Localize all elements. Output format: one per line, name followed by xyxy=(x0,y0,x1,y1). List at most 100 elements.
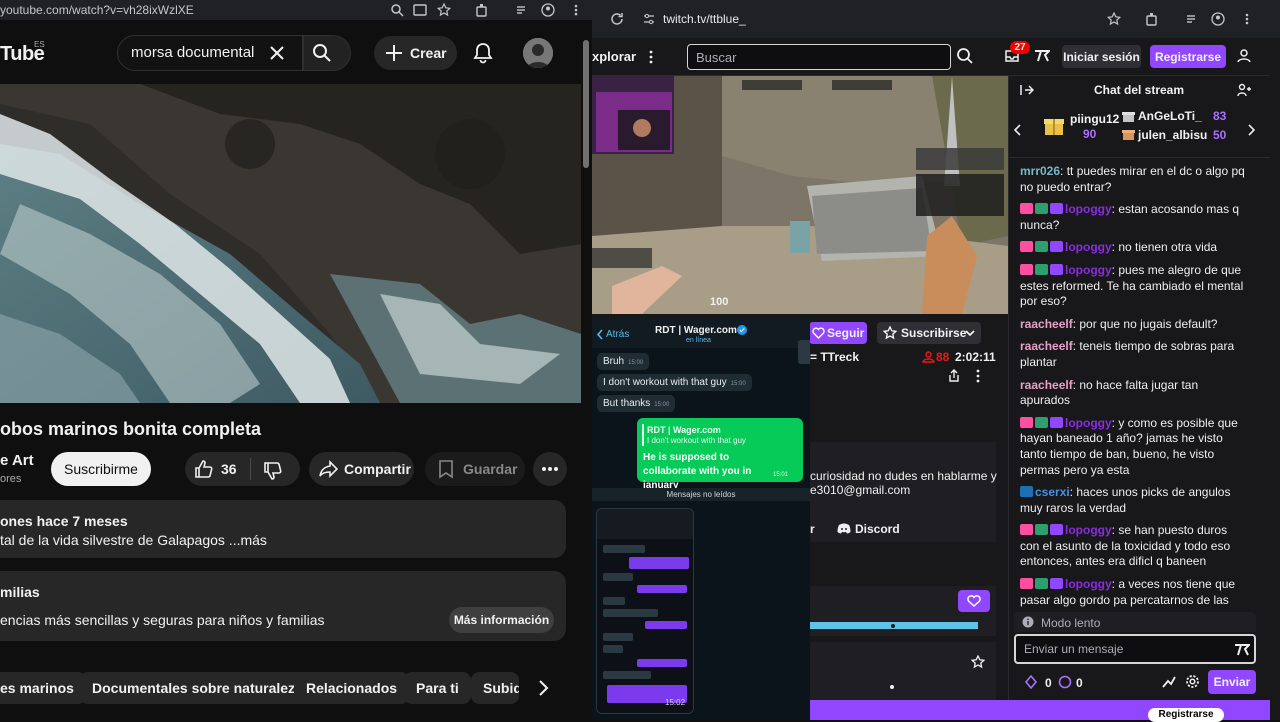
chat-badge-icon[interactable] xyxy=(1020,241,1033,253)
chat-badge-icon[interactable] xyxy=(1020,578,1033,590)
chat-badge-icon[interactable] xyxy=(1035,578,1048,590)
chat-username[interactable]: cserxi xyxy=(1035,485,1070,499)
chat-username[interactable]: raacheelf xyxy=(1020,339,1073,353)
browser-menu-icon[interactable] xyxy=(569,3,583,17)
description-box[interactable] xyxy=(0,500,566,558)
back-chevron-icon[interactable] xyxy=(596,329,604,340)
media-control-icon[interactable] xyxy=(1185,12,1199,26)
more-dots-icon xyxy=(541,466,559,472)
chat-username[interactable]: raacheelf xyxy=(1020,378,1073,392)
avatar[interactable] xyxy=(523,38,553,68)
chat-username[interactable]: mrr026 xyxy=(1020,164,1060,178)
more-vertical-icon[interactable] xyxy=(648,50,654,64)
chat-username[interactable]: lopoggy xyxy=(1065,202,1112,216)
stream-category[interactable]: = TTreck xyxy=(810,350,859,364)
bits-icon[interactable] xyxy=(1024,675,1038,689)
chat-badge-icon[interactable] xyxy=(1035,241,1048,253)
zoom-icon[interactable] xyxy=(390,3,404,17)
chip-nature-docs[interactable]: Documentales sobre naturaleza xyxy=(80,672,315,704)
wa-contact-name[interactable]: RDT | Wager.com xyxy=(655,325,737,336)
chat-badge-icon[interactable] xyxy=(1020,263,1033,275)
chat-badge-icon[interactable] xyxy=(1035,263,1048,275)
chat-username[interactable]: lopoggy xyxy=(1065,416,1112,430)
register-button[interactable]: Registrarse xyxy=(1150,45,1226,68)
chat-badge-icon[interactable] xyxy=(1020,524,1033,536)
login-button[interactable]: Iniciar sesión xyxy=(1062,45,1141,68)
extensions-icon[interactable] xyxy=(475,3,489,17)
chevron-right-icon[interactable] xyxy=(535,679,551,697)
chat-badge-icon[interactable] xyxy=(1035,416,1048,428)
chat-badge-icon[interactable] xyxy=(1035,524,1048,536)
gear-icon[interactable] xyxy=(1185,674,1200,689)
carousel-dot[interactable] xyxy=(890,685,894,689)
profile-icon[interactable] xyxy=(1211,12,1225,26)
chat-badge-icon[interactable] xyxy=(1050,241,1063,253)
gifter-name[interactable]: julen_albisu xyxy=(1138,128,1207,142)
user-icon[interactable] xyxy=(1237,49,1251,63)
thumbs-up-icon[interactable] xyxy=(194,459,214,479)
gifter-name[interactable]: AnGeLoTi_ xyxy=(1138,109,1202,123)
chip-uploaded[interactable]: Subid xyxy=(471,672,519,704)
subscribe-button[interactable]: Suscribirme xyxy=(51,452,151,486)
explore-link[interactable]: xplorar xyxy=(592,49,636,64)
chat-username[interactable]: lopoggy xyxy=(1065,263,1112,277)
chat-username[interactable]: lopoggy xyxy=(1065,240,1112,254)
social-link-partial[interactable]: r xyxy=(810,522,815,536)
wa-incoming-message: I don't workout with that guy 15:00 xyxy=(597,374,752,391)
chip-for-you[interactable]: Para ti xyxy=(404,672,471,704)
chip-sea-lions[interactable]: es marinos xyxy=(0,672,86,704)
gifter-name[interactable]: piingu12 xyxy=(1070,112,1119,126)
share-label: Compartir xyxy=(344,461,411,477)
install-app-icon[interactable] xyxy=(413,3,427,17)
wa-incoming-message: But thanks 15:00 xyxy=(597,395,676,412)
channel-points-icon[interactable] xyxy=(1058,675,1072,689)
site-info-icon[interactable] xyxy=(642,12,656,26)
browser-menu-icon[interactable] xyxy=(1240,12,1254,26)
emote-picker-icon[interactable] xyxy=(1234,643,1250,657)
video-player[interactable] xyxy=(0,84,581,403)
stream-player[interactable] xyxy=(592,76,1008,314)
star-icon[interactable] xyxy=(971,655,985,669)
more-vertical-icon[interactable] xyxy=(975,369,981,383)
discord-link[interactable]: Discord xyxy=(855,522,900,536)
mod-tools-icon[interactable] xyxy=(1161,675,1177,689)
wa-back-button[interactable]: Atrás xyxy=(606,329,629,340)
chat-badge-icon[interactable] xyxy=(1050,203,1063,215)
channel-name[interactable]: e Art xyxy=(0,452,34,469)
chat-badge-icon[interactable] xyxy=(1050,416,1063,428)
tw-address-bar[interactable]: twitch.tv/ttblue_ xyxy=(663,12,746,26)
chevron-left-icon[interactable] xyxy=(1014,124,1022,136)
chat-badge-icon[interactable] xyxy=(1050,524,1063,536)
chat-badge-icon[interactable] xyxy=(1035,203,1048,215)
search-icon[interactable] xyxy=(956,47,974,65)
notifications-bell-icon[interactable] xyxy=(472,42,494,64)
users-icon[interactable] xyxy=(1237,83,1251,97)
media-control-icon[interactable] xyxy=(515,3,529,17)
yt-scrollbar[interactable] xyxy=(583,40,589,168)
chip-related[interactable]: Relacionados xyxy=(294,672,410,704)
reload-icon[interactable] xyxy=(610,12,624,26)
chat-badge-icon[interactable] xyxy=(1020,203,1033,215)
chat-badge-icon[interactable] xyxy=(1020,416,1033,428)
bookmark-star-icon[interactable] xyxy=(1107,12,1121,26)
chat-badge-icon[interactable] xyxy=(1020,486,1033,498)
chat-badge-icon[interactable] xyxy=(1050,263,1063,275)
bookmark-star-icon[interactable] xyxy=(437,3,451,17)
clear-search-icon[interactable] xyxy=(268,44,286,62)
chat-username[interactable]: lopoggy xyxy=(1065,523,1112,537)
share-icon[interactable] xyxy=(947,369,961,383)
wa-image-attachment[interactable] xyxy=(596,508,694,714)
extensions-icon[interactable] xyxy=(1145,12,1159,26)
more-info-button[interactable]: Más información xyxy=(449,607,554,633)
send-button[interactable]: Enviar xyxy=(1208,670,1256,694)
chat-badge-icon[interactable] xyxy=(1050,578,1063,590)
profile-icon[interactable] xyxy=(541,3,555,17)
turbo-icon[interactable] xyxy=(1034,49,1050,63)
thumbs-down-icon[interactable] xyxy=(263,461,283,481)
chevron-right-icon[interactable] xyxy=(1247,124,1255,136)
stream-uptime: 2:02:11 xyxy=(955,350,996,364)
yt-address-bar[interactable]: youtube.com/watch?v=vh28ixWzlXE xyxy=(0,3,194,17)
chat-username[interactable]: raacheelf xyxy=(1020,317,1073,331)
chat-username[interactable]: lopoggy xyxy=(1065,577,1112,591)
panel-collapse-tab[interactable] xyxy=(798,340,810,364)
